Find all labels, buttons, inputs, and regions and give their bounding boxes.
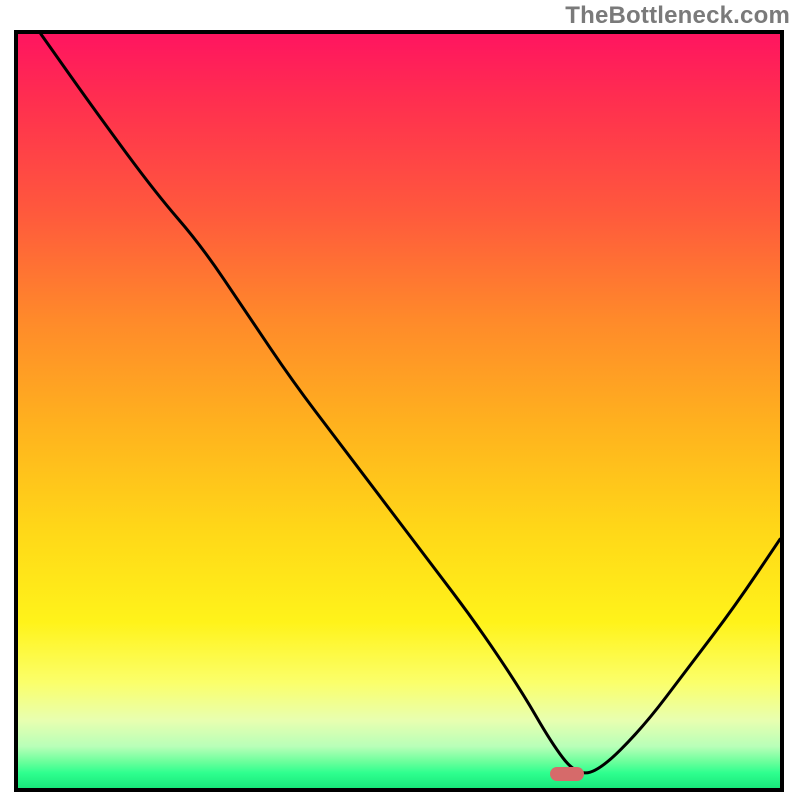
plot-area bbox=[14, 30, 784, 792]
optimal-marker bbox=[550, 767, 584, 781]
watermark-text: TheBottleneck.com bbox=[565, 2, 790, 30]
chart-frame: TheBottleneck.com bbox=[0, 0, 800, 800]
bottleneck-curve bbox=[18, 34, 780, 788]
